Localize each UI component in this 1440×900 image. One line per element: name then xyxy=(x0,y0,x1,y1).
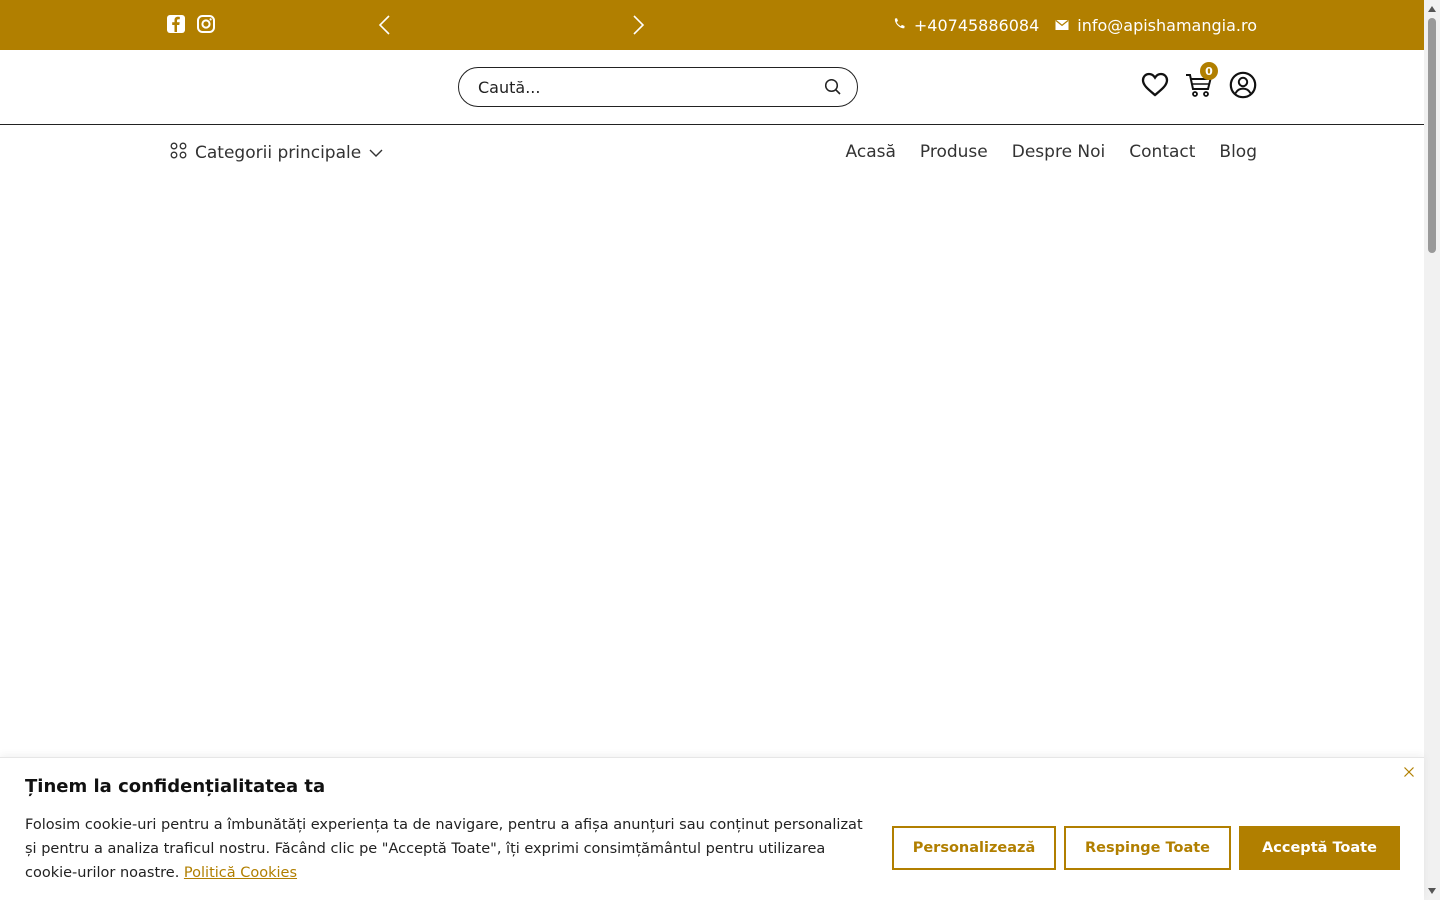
customize-button[interactable]: Personalizează xyxy=(892,826,1056,870)
chevron-down-icon xyxy=(369,143,383,163)
chevron-right-icon[interactable] xyxy=(626,13,650,37)
top-bar: +40745886084 info@apishamangia.ro xyxy=(0,0,1424,50)
header: 0 xyxy=(0,50,1424,125)
cart-count-badge: 0 xyxy=(1200,62,1218,80)
search-icon[interactable] xyxy=(823,77,843,97)
accept-all-button[interactable]: Acceptă Toate xyxy=(1239,826,1400,870)
scroll-up-arrow[interactable] xyxy=(1428,6,1436,12)
nav-item-home[interactable]: Acasă xyxy=(846,142,896,162)
page-scrollbar[interactable] xyxy=(1424,0,1440,900)
reject-all-button[interactable]: Respinge Toate xyxy=(1064,826,1231,870)
mail-icon xyxy=(1055,16,1069,35)
scroll-down-arrow[interactable] xyxy=(1428,888,1436,894)
phone-number: +40745886084 xyxy=(913,15,1040,35)
chevron-left-icon[interactable] xyxy=(373,13,397,37)
facebook-icon[interactable] xyxy=(166,14,186,34)
nav-menu: Acasă Produse Despre Noi Contact Blog xyxy=(846,142,1257,162)
grid-icon xyxy=(170,142,187,164)
search-bar xyxy=(458,67,858,107)
cookie-banner: Ținem la confidențialitatea ta Folosim c… xyxy=(0,757,1424,900)
scroll-thumb[interactable] xyxy=(1428,18,1436,253)
main-navigation: Categorii principale Acasă Produse Despr… xyxy=(0,125,1424,181)
close-icon[interactable] xyxy=(1402,764,1416,778)
phone-icon xyxy=(892,16,906,35)
cookie-policy-link[interactable]: Politică Cookies xyxy=(184,865,297,881)
nav-item-contact[interactable]: Contact xyxy=(1129,142,1195,162)
header-actions: 0 xyxy=(1140,62,1258,100)
categories-dropdown[interactable]: Categorii principale xyxy=(170,142,383,164)
categories-label: Categorii principale xyxy=(195,143,362,163)
email-address: info@apishamangia.ro xyxy=(1077,15,1257,35)
heart-icon[interactable] xyxy=(1140,70,1170,100)
cookie-title: Ținem la confidențialitatea ta xyxy=(25,776,326,797)
cookie-description: Folosim cookie-uri pentru a îmbunătăți e… xyxy=(25,817,863,881)
cookie-text: Folosim cookie-uri pentru a îmbunătăți e… xyxy=(25,813,870,885)
user-icon[interactable] xyxy=(1228,70,1258,100)
nav-item-blog[interactable]: Blog xyxy=(1219,142,1257,162)
cart-icon xyxy=(1184,74,1214,104)
contact-info: +40745886084 info@apishamangia.ro xyxy=(892,0,1257,50)
nav-item-about[interactable]: Despre Noi xyxy=(1012,142,1106,162)
search-input[interactable] xyxy=(478,77,823,97)
email-link[interactable]: info@apishamangia.ro xyxy=(1055,16,1257,35)
phone-link[interactable]: +40745886084 xyxy=(892,16,1039,35)
nav-item-products[interactable]: Produse xyxy=(920,142,988,162)
instagram-icon[interactable] xyxy=(196,14,216,34)
cart-button[interactable]: 0 xyxy=(1184,62,1218,100)
social-links xyxy=(166,14,216,34)
